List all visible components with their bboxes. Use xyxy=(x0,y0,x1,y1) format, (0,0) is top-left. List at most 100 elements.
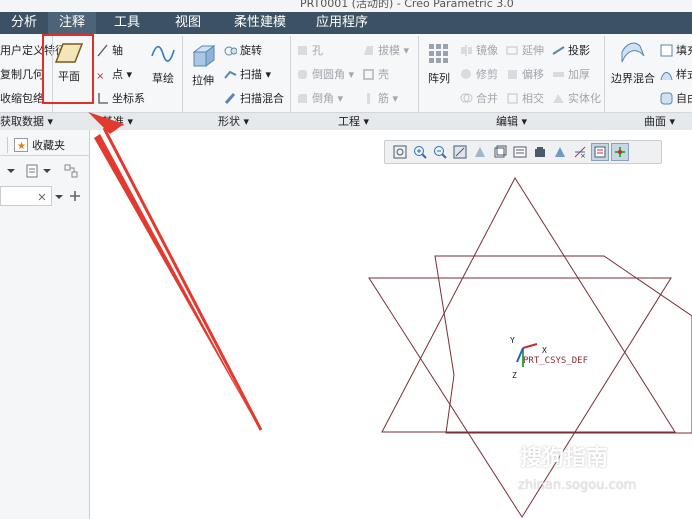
panel-toolbar xyxy=(0,160,90,184)
ribbon-tabbar: 分析 注释 工具 视图 柔性建模 应用程序 xyxy=(0,12,692,34)
tab-view[interactable]: 视图 xyxy=(158,12,218,34)
refit-icon[interactable] xyxy=(391,143,409,161)
draft-button[interactable]: 拔模 ▾ xyxy=(362,42,409,58)
group-label-engineering[interactable]: 工程 ▾ xyxy=(338,113,369,131)
shrinkwrap-label: 收缩包络 xyxy=(0,92,44,105)
csys-y-label: Y xyxy=(510,336,515,345)
group-label-surfaces[interactable]: 曲面 ▾ xyxy=(644,113,675,131)
intersect-label: 相交 xyxy=(522,92,544,105)
tab-flexible-modeling[interactable]: 柔性建模 xyxy=(218,12,302,34)
chamfer-button[interactable]: 倒角 ▾ xyxy=(296,90,343,106)
extrude-icon xyxy=(192,45,216,67)
freestyle-button[interactable]: 自由式 xyxy=(660,90,692,106)
csys-label: 坐标系 xyxy=(112,92,145,105)
thicken-label: 加厚 xyxy=(568,68,590,81)
tab-analysis[interactable]: 分析 xyxy=(0,12,48,34)
tab-annotate[interactable]: 注释 xyxy=(48,12,96,34)
group-label-datum[interactable]: 基准 ▾ xyxy=(102,113,133,131)
trim-button[interactable]: 修剪 xyxy=(460,66,498,82)
sketch-button[interactable]: 草绘 xyxy=(146,42,180,86)
offset-button[interactable]: 偏移 xyxy=(506,66,544,82)
shell-label: 壳 xyxy=(378,68,389,81)
group-label-shapes[interactable]: 形状 ▾ xyxy=(218,113,249,131)
shrinkwrap-item[interactable]: 收缩包络 xyxy=(0,90,44,106)
repaint-icon[interactable] xyxy=(451,143,469,161)
saved-orientations-icon[interactable] xyxy=(491,143,509,161)
axis-button[interactable]: 轴 xyxy=(96,42,123,58)
chamfer-icon xyxy=(298,93,307,103)
project-icon xyxy=(552,45,565,55)
pattern-icon xyxy=(429,44,448,63)
perspective-icon[interactable] xyxy=(531,143,549,161)
swept-blend-button[interactable]: 扫描混合 xyxy=(224,90,284,106)
window-title: PRT0001 (活动的) - Creo Parametric 3.0 xyxy=(300,0,514,10)
extend-icon xyxy=(506,46,518,54)
point-button[interactable]: × 点 ▾ xyxy=(96,66,132,82)
section-icon[interactable] xyxy=(551,143,569,161)
zoom-out-icon[interactable] xyxy=(431,143,449,161)
svg-text:×: × xyxy=(580,152,586,159)
intersect-button[interactable]: 相交 xyxy=(506,90,544,106)
model-tree-tab[interactable] xyxy=(0,137,8,153)
add-icon[interactable] xyxy=(68,189,82,203)
datum-display-icon[interactable]: × xyxy=(571,143,589,161)
csys-button[interactable]: 坐标系 xyxy=(96,90,145,106)
draft-icon xyxy=(364,45,373,55)
tree-search-input[interactable] xyxy=(0,186,52,206)
tab-tools[interactable]: 工具 xyxy=(96,12,158,34)
csys-name-label: PRT_CSYS_DEF xyxy=(523,356,588,366)
extrude-button[interactable]: 拉伸 xyxy=(186,42,220,88)
fill-label: 填充 xyxy=(676,44,692,57)
tree-settings-icon[interactable] xyxy=(26,164,40,178)
tab-applications[interactable]: 应用程序 xyxy=(302,12,382,34)
view-manager-icon[interactable] xyxy=(511,143,529,161)
copy-geometry-item[interactable]: 复制几何 xyxy=(0,66,44,82)
annotation-display-icon[interactable] xyxy=(591,143,609,161)
copy-geometry-label: 复制几何 xyxy=(0,68,44,81)
style-label: 样式 xyxy=(676,68,692,81)
pattern-button[interactable]: 阵列 xyxy=(424,42,454,86)
round-button[interactable]: 倒圆角 ▾ xyxy=(296,66,354,82)
watermark-url: zhinan.sogou.com xyxy=(518,478,637,493)
mirror-button[interactable]: 镜像 xyxy=(460,42,498,58)
chevron-down-icon[interactable] xyxy=(54,192,64,202)
thicken-button[interactable]: 加厚 xyxy=(552,66,590,82)
csys-z-label: Z xyxy=(512,371,517,380)
group-separator xyxy=(604,36,605,112)
clear-icon[interactable] xyxy=(37,192,47,202)
hole-icon xyxy=(298,45,307,55)
trim-label: 修剪 xyxy=(476,68,498,81)
hole-button[interactable]: 孔 xyxy=(296,42,323,58)
chevron-down-icon[interactable] xyxy=(42,166,52,176)
solidify-button[interactable]: 实体化 xyxy=(552,90,601,106)
chevron-down-icon[interactable] xyxy=(6,166,16,176)
annotation-arrow-shaft xyxy=(94,134,260,430)
sweep-button[interactable]: 扫描 ▾ xyxy=(224,66,271,82)
revolve-button[interactable]: 旋转 xyxy=(224,42,262,58)
boundary-blend-button[interactable]: 边界混合 xyxy=(610,42,656,86)
swept-blend-icon xyxy=(224,92,236,104)
solidify-icon xyxy=(553,93,564,103)
spin-center-icon[interactable] xyxy=(611,143,629,161)
extend-button[interactable]: 延伸 xyxy=(506,42,544,58)
revolve-icon xyxy=(224,46,237,55)
svg-text:×: × xyxy=(96,71,104,81)
group-label-get-data[interactable]: 获取数据 ▾ xyxy=(0,113,53,131)
zoom-in-icon[interactable] xyxy=(411,143,429,161)
group-separator xyxy=(418,36,419,112)
favorites-tab[interactable]: ★ 收藏夹 xyxy=(14,137,65,153)
fill-button[interactable]: 填充 xyxy=(660,42,692,58)
group-label-editing[interactable]: 编辑 ▾ xyxy=(496,113,527,131)
merge-button[interactable]: 合并 xyxy=(460,90,498,106)
tree-filter-icon[interactable] xyxy=(64,164,80,180)
shell-button[interactable]: 壳 xyxy=(362,66,389,82)
axis-label: 轴 xyxy=(112,44,123,57)
rib-button[interactable]: 筋 ▾ xyxy=(362,90,398,106)
csys-x-label: X xyxy=(542,346,547,355)
style-button[interactable]: 样式 xyxy=(660,66,692,82)
watermark-brand: 搜狗指南 xyxy=(520,446,609,471)
display-style-icon[interactable] xyxy=(471,143,489,161)
project-button[interactable]: 投影 xyxy=(552,42,590,58)
group-separator xyxy=(182,36,183,112)
thicken-icon xyxy=(553,71,564,77)
